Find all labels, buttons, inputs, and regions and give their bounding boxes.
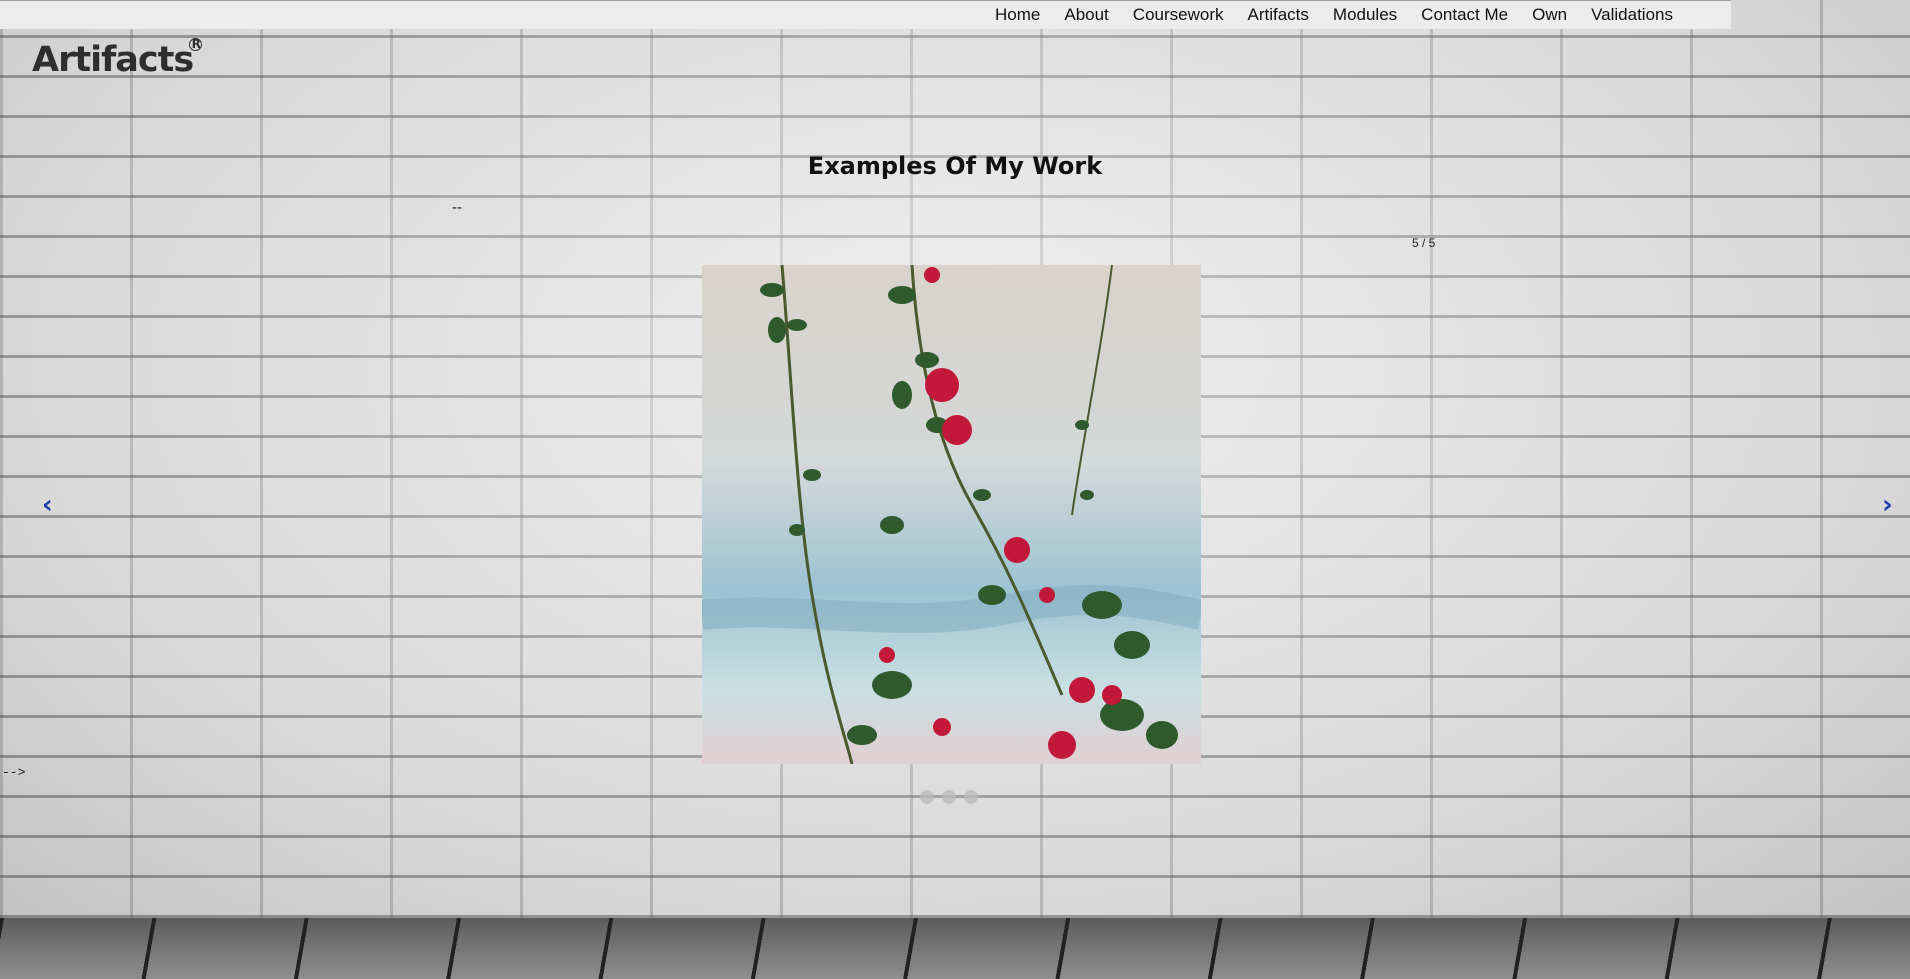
slide-image-roses-on-wall [702, 265, 1201, 764]
slide-dot-3[interactable] [964, 790, 978, 804]
nav-artifacts[interactable]: Artifacts [1236, 5, 1321, 25]
nav-home[interactable]: Home [983, 5, 1052, 25]
slide-dot-1[interactable] [920, 790, 934, 804]
nav-modules[interactable]: Modules [1321, 5, 1409, 25]
roses-photo [702, 265, 1201, 764]
top-nav-bar: Home About Coursework Artifacts Modules … [0, 0, 1731, 29]
logo-text: Artifacts [32, 40, 194, 80]
stray-dash-text: -- [452, 200, 463, 216]
next-slide-chevron-icon[interactable]: › [1882, 490, 1893, 520]
nav-contact-me[interactable]: Contact Me [1409, 5, 1520, 25]
gallery-title: Examples Of My Work [807, 152, 1103, 180]
nav-coursework[interactable]: Coursework [1121, 5, 1236, 25]
stray-comment-text: --> [2, 765, 26, 780]
main-nav: Home About Coursework Artifacts Modules … [983, 5, 1685, 25]
slide-dots [920, 790, 978, 804]
wood-floor-background [0, 918, 1910, 979]
prev-slide-chevron-icon[interactable]: ‹ [42, 490, 53, 520]
nav-about[interactable]: About [1052, 5, 1120, 25]
nav-validations[interactable]: Validations [1579, 5, 1685, 25]
slide-counter: 5 / 5 [1412, 236, 1436, 250]
slide-dot-2[interactable] [942, 790, 956, 804]
site-logo: Artifacts R [32, 38, 203, 80]
nav-own[interactable]: Own [1520, 5, 1579, 25]
